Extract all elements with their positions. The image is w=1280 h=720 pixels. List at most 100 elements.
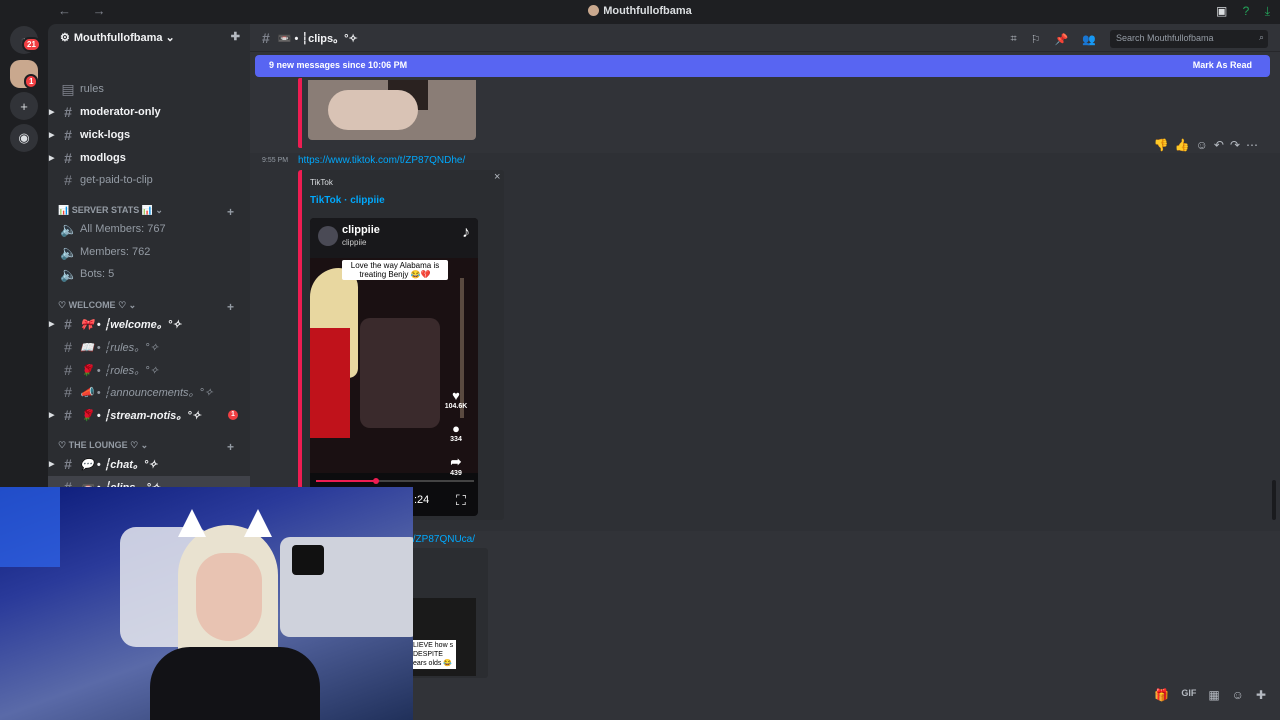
hash-icon: #	[64, 456, 72, 472]
add-channel-icon[interactable]: +	[227, 205, 234, 219]
channel-wick-logs[interactable]: ▶ # wick-logs	[48, 124, 250, 146]
channel-welcome[interactable]: ▶ # 🎀 • ┆welcome。°✧	[48, 313, 250, 335]
server-settings-icon: ⚙	[60, 32, 70, 44]
comment-button[interactable]: ● 334	[442, 421, 470, 443]
channel-modlogs[interactable]: ▶ # modlogs	[48, 147, 250, 169]
channel-label: rules	[80, 83, 104, 95]
new-messages-banner[interactable]: 9 new messages since 10:06 PM Mark As Re…	[255, 55, 1270, 77]
react-thumbs-up-icon[interactable]: 👍	[1175, 138, 1190, 152]
channel-stream-notis[interactable]: ▶ # 🌹 • ┆stream-notis。°✧ 1	[48, 404, 250, 426]
inbox-icon[interactable]: ▣	[1216, 4, 1227, 18]
speaker-icon: 🔈	[60, 220, 78, 237]
tiktok-video-player[interactable]: clippiie clippiie ♪ Love the way Alabama…	[310, 218, 478, 516]
hash-icon: #	[64, 362, 72, 378]
mark-as-read-button[interactable]: Mark As Read	[1193, 60, 1252, 70]
video-header: clippiie clippiie ♪	[310, 218, 478, 258]
channel-label: 📖 • ┆rules。°✧	[80, 342, 159, 354]
window-title-text: Mouthfullofbama	[603, 5, 692, 17]
forward-message-icon[interactable]: ↷	[1230, 138, 1240, 152]
hash-icon: #	[64, 339, 72, 355]
video-time: :24	[414, 494, 430, 506]
message-link-2[interactable]: t/ZP87QNUca/	[410, 534, 475, 545]
add-reaction-icon[interactable]: ☺	[1196, 138, 1208, 152]
server-header[interactable]: ⚙ Mouthfullofbama ⌄ ✚	[48, 24, 250, 52]
title-actions: ▣ ? ⤓	[1204, 4, 1270, 19]
category-the-lounge[interactable]: ♡ THE LOUNGE ♡ ⌄ +	[58, 440, 244, 454]
video-progress[interactable]	[316, 478, 474, 484]
voice-channel-bots[interactable]: 🔈 Bots: 5	[48, 263, 250, 285]
comment-icon: ●	[452, 421, 460, 436]
server-unread-badge: 1	[24, 74, 39, 89]
channel-roles[interactable]: # 🌹 • ┆roles。°✧	[48, 359, 250, 381]
gift-icon[interactable]: 🎁	[1154, 688, 1169, 702]
sticker-icon[interactable]: ▦	[1208, 688, 1219, 702]
voice-channel-members[interactable]: 🔈 Members: 762	[48, 241, 250, 263]
compass-icon: ◉	[18, 130, 30, 145]
threads-icon[interactable]: ⌗	[1011, 33, 1017, 46]
heart-icon: ♥	[452, 388, 460, 403]
channel-title: 📼 • ┆clips。°✧	[277, 32, 358, 45]
header-toolbar: ⌗ ⚐ 📌 👥 Search Mouthfullofbama ⌕	[1011, 30, 1268, 48]
more-options-icon[interactable]: ⋯	[1246, 138, 1258, 152]
embed-provider: TikTok	[310, 178, 333, 187]
channel-label: Bots: 5	[80, 268, 115, 280]
progress-handle[interactable]	[372, 478, 379, 484]
hash-icon: #	[64, 316, 72, 332]
pinned-messages-icon[interactable]: 📌	[1055, 33, 1069, 46]
add-channel-icon[interactable]: +	[227, 440, 234, 454]
channel-rules[interactable]: ▤ rules	[48, 78, 250, 100]
unread-pip-icon: ▶	[49, 461, 55, 468]
voice-channel-all-members[interactable]: 🔈 All Members: 767	[48, 218, 250, 240]
gif-icon[interactable]: GIF	[1181, 688, 1196, 702]
help-icon[interactable]: ?	[1243, 4, 1250, 18]
cam-bag	[292, 545, 324, 575]
channel-announcements[interactable]: # 📣 • ┆announcements。°✧	[48, 381, 250, 403]
share-button[interactable]: ➦ 439	[442, 454, 470, 477]
channel-rules-2[interactable]: # 📖 • ┆rules。°✧	[48, 336, 250, 358]
channel-label: 💬 • ┆chat。°✧	[80, 459, 158, 471]
download-icon[interactable]: ⤓	[1265, 4, 1270, 18]
tiktok-embed-2: LIEVE how s DESPITE ears olds 😂	[410, 548, 488, 678]
apps-icon[interactable]: ✚	[1256, 688, 1266, 702]
channel-label: get-paid-to-clip	[80, 174, 153, 186]
hash-icon: #	[64, 172, 72, 188]
invite-people-icon[interactable]: ✚	[231, 30, 240, 43]
fullscreen-icon[interactable]: ⛶	[456, 492, 466, 509]
notification-settings-icon[interactable]: ⚐	[1031, 33, 1041, 46]
channel-label: Members: 762	[80, 246, 151, 258]
video-caption: Love the way Alabama is treating Benjy 😂…	[342, 260, 448, 280]
server-name: Mouthfullofbama ⌄	[73, 32, 175, 44]
progress-fill	[316, 480, 377, 482]
category-label: ♡ THE LOUNGE ♡ ⌄	[58, 440, 149, 450]
server-avatar-icon	[588, 5, 600, 16]
discover-button[interactable]: ◉	[10, 124, 38, 152]
previous-embed-image[interactable]	[308, 80, 476, 140]
hash-icon: #	[64, 127, 72, 143]
add-server-button[interactable]: +	[10, 92, 38, 120]
emoji-icon[interactable]: ☺	[1232, 688, 1244, 702]
channel-chat[interactable]: ▶ # 💬 • ┆chat。°✧	[48, 453, 250, 475]
category-label: ♡ WELCOME ♡ ⌄	[58, 300, 137, 310]
channel-label: moderator-only	[80, 106, 161, 118]
close-embed-icon[interactable]: ×	[494, 171, 500, 183]
cam-person-body	[150, 647, 320, 720]
channel-label: modlogs	[80, 152, 126, 164]
scrollbar[interactable]	[1272, 480, 1276, 520]
channel-get-paid-to-clip[interactable]: # get-paid-to-clip	[48, 169, 250, 191]
react-thumbs-down-icon[interactable]: 👎	[1154, 138, 1169, 152]
tiktok-logo-icon: ♪	[462, 224, 470, 241]
category-server-stats[interactable]: 📊 SERVER STATS 📊 ⌄ +	[58, 205, 244, 219]
category-welcome[interactable]: ♡ WELCOME ♡ ⌄ +	[58, 300, 244, 314]
channel-moderator-only[interactable]: ▶ # moderator-only	[48, 101, 250, 123]
cat-ear-left	[178, 509, 206, 537]
add-channel-icon[interactable]: +	[227, 300, 234, 314]
message-link[interactable]: https://www.tiktok.com/t/ZP87QNDhe/	[298, 155, 465, 166]
unread-pip-icon: ▶	[49, 412, 55, 419]
reply-icon[interactable]: ↶	[1214, 138, 1224, 152]
speaker-icon: 🔈	[60, 243, 78, 260]
unread-pip-icon: ▶	[49, 321, 55, 328]
like-button[interactable]: ♥ 104.6K	[442, 388, 470, 410]
search-input[interactable]: Search Mouthfullofbama ⌕	[1110, 30, 1268, 48]
embed-title[interactable]: TikTok · clippiie	[310, 195, 385, 206]
member-list-icon[interactable]: 👥	[1082, 33, 1096, 46]
